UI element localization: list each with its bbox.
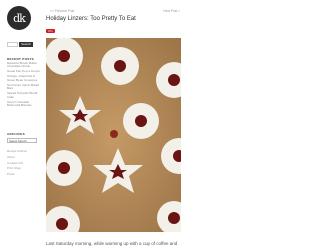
recent-post-link[interactable]: Avery's Cheddar Buttermilk Biscuits [7, 100, 41, 108]
footer-link[interactable]: Contact Info [7, 161, 41, 165]
archives-dropdown[interactable]: Select Month [7, 138, 37, 143]
next-post-link[interactable]: Next Post > [163, 9, 180, 13]
pin-it-button[interactable]: Pin [46, 29, 55, 33]
round-cookie [46, 150, 82, 186]
post-intro-text: Last Saturday morning, while warming up … [46, 241, 178, 246]
previous-post-link[interactable]: << Previous Post [50, 9, 74, 13]
footer-link[interactable]: Press [7, 172, 41, 176]
linzer-cookies-photo [46, 38, 181, 232]
round-cookie [101, 47, 139, 85]
recent-post-link[interactable]: Orange, Grapefruit & Green Bean Couscous [7, 75, 41, 82]
search-input[interactable] [7, 42, 18, 47]
footer-link[interactable]: Print Shop [7, 166, 41, 170]
jam-drop [110, 130, 118, 138]
recent-post-link[interactable]: Nut Pecan Carrot Bread Bars [7, 83, 41, 91]
recent-posts-list: Hazelnut Brown Butter Chocolate Chunk Gr… [7, 61, 41, 109]
post-title: Holiday Linzers: Too Pretty To Eat [46, 16, 136, 22]
footer-link[interactable]: Recipe Archive [7, 149, 41, 153]
round-cookie [123, 103, 159, 139]
recent-post-link[interactable]: Spiced Pumpkin Bundt Cake [7, 92, 41, 99]
archives-heading: ARCHIVES [7, 132, 25, 136]
recent-post-link[interactable]: Hazelnut Brown Butter Chocolate Chunk [7, 61, 41, 69]
search-button[interactable]: Search [19, 42, 33, 47]
site-logo[interactable]: dk [7, 6, 31, 30]
recent-post-link[interactable]: Greek Pan Pop a Lumps [7, 69, 41, 73]
sidebar-footer-links: Recipe Archive About Contact Info Print … [7, 149, 41, 179]
archives-dropdown-value: Select Month [9, 139, 27, 143]
footer-link[interactable]: About [7, 155, 41, 159]
cookies-illustration [46, 38, 181, 232]
